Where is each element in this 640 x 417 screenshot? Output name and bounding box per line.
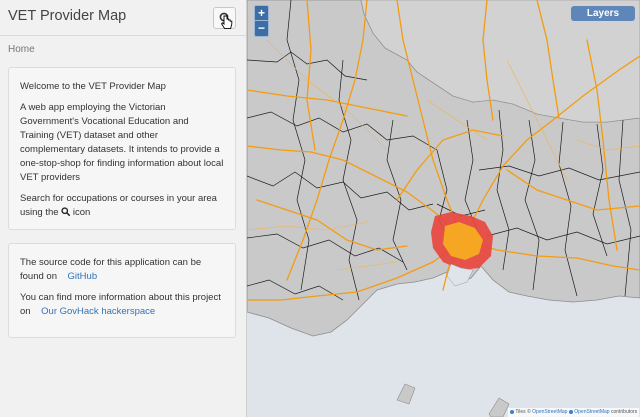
hackerspace-link[interactable]: Our GovHack hackerspace <box>41 306 155 317</box>
attribution-tiles-link[interactable]: OpenStreetMap <box>532 409 567 415</box>
search-hint: Search for occupations or courses in you… <box>20 192 224 220</box>
welcome-heading: Welcome to the VET Provider Map <box>20 81 166 92</box>
source-code-text: The source code for this application can… <box>20 256 224 284</box>
zoom-in-button[interactable]: + <box>255 6 268 21</box>
map-attribution: Tiles © OpenStreetMap OpenStreetMap cont… <box>508 408 640 417</box>
map-canvas[interactable] <box>247 0 640 417</box>
app-title: VET Provider Map <box>8 8 127 24</box>
info-icon <box>568 409 573 414</box>
search-hint-post: icon <box>72 207 91 218</box>
welcome-panel: Welcome to the VET Provider Map A web ap… <box>8 67 236 230</box>
welcome-intro: A web app employing the Victorian Govern… <box>20 102 224 183</box>
source-panel: The source code for this application can… <box>8 243 236 338</box>
sidebar-header: VET Provider Map <box>0 0 246 36</box>
attribution-tiles-label: Tiles © <box>515 409 531 415</box>
zoom-out-button[interactable]: − <box>255 21 268 36</box>
attribution-data-suffix: contributors <box>610 409 638 415</box>
layers-button[interactable]: Layers <box>571 6 635 21</box>
info-icon <box>510 409 514 414</box>
search-icon <box>61 207 71 216</box>
sidebar: VET Provider Map Home Welcome to the VET… <box>0 0 247 417</box>
map-view[interactable] <box>247 0 640 417</box>
more-info-text: You can find more information about this… <box>20 291 224 319</box>
source-code-label: The source code for this application can… <box>20 257 202 282</box>
breadcrumb[interactable]: Home <box>8 44 35 55</box>
search-hint-pre: Search for occupations or courses in you… <box>20 193 217 218</box>
pointer-cursor-icon <box>221 15 233 30</box>
zoom-control: + − <box>254 5 269 37</box>
github-link[interactable]: GitHub <box>68 271 98 282</box>
attribution-data-link[interactable]: OpenStreetMap <box>574 409 609 415</box>
